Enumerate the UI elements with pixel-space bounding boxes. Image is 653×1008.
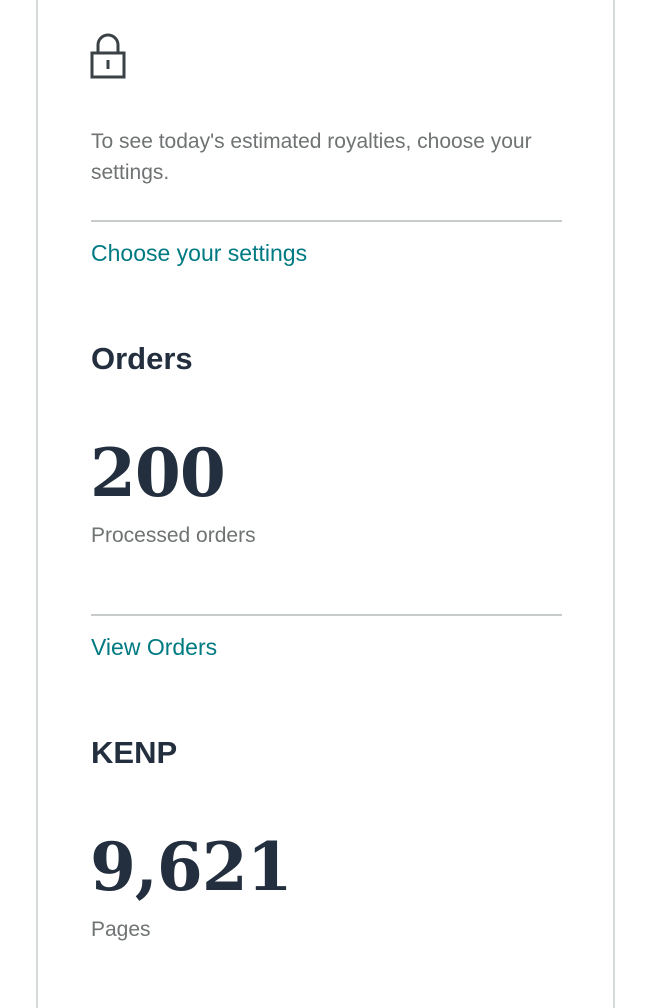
lock-icon xyxy=(90,33,126,79)
orders-heading: Orders xyxy=(91,341,193,376)
orders-divider xyxy=(91,614,562,616)
kenp-label: Pages xyxy=(91,918,151,941)
orders-count: 200 xyxy=(90,434,226,512)
orders-label: Processed orders xyxy=(91,524,256,547)
choose-settings-link[interactable]: Choose your settings xyxy=(91,240,307,267)
royalties-message: To see today's estimated royalties, choo… xyxy=(91,130,532,184)
royalties-divider xyxy=(91,220,562,222)
kenp-heading: KENP xyxy=(91,735,178,770)
kenp-pages-count: 9,621 xyxy=(90,828,293,906)
view-orders-link[interactable]: View Orders xyxy=(91,634,217,661)
